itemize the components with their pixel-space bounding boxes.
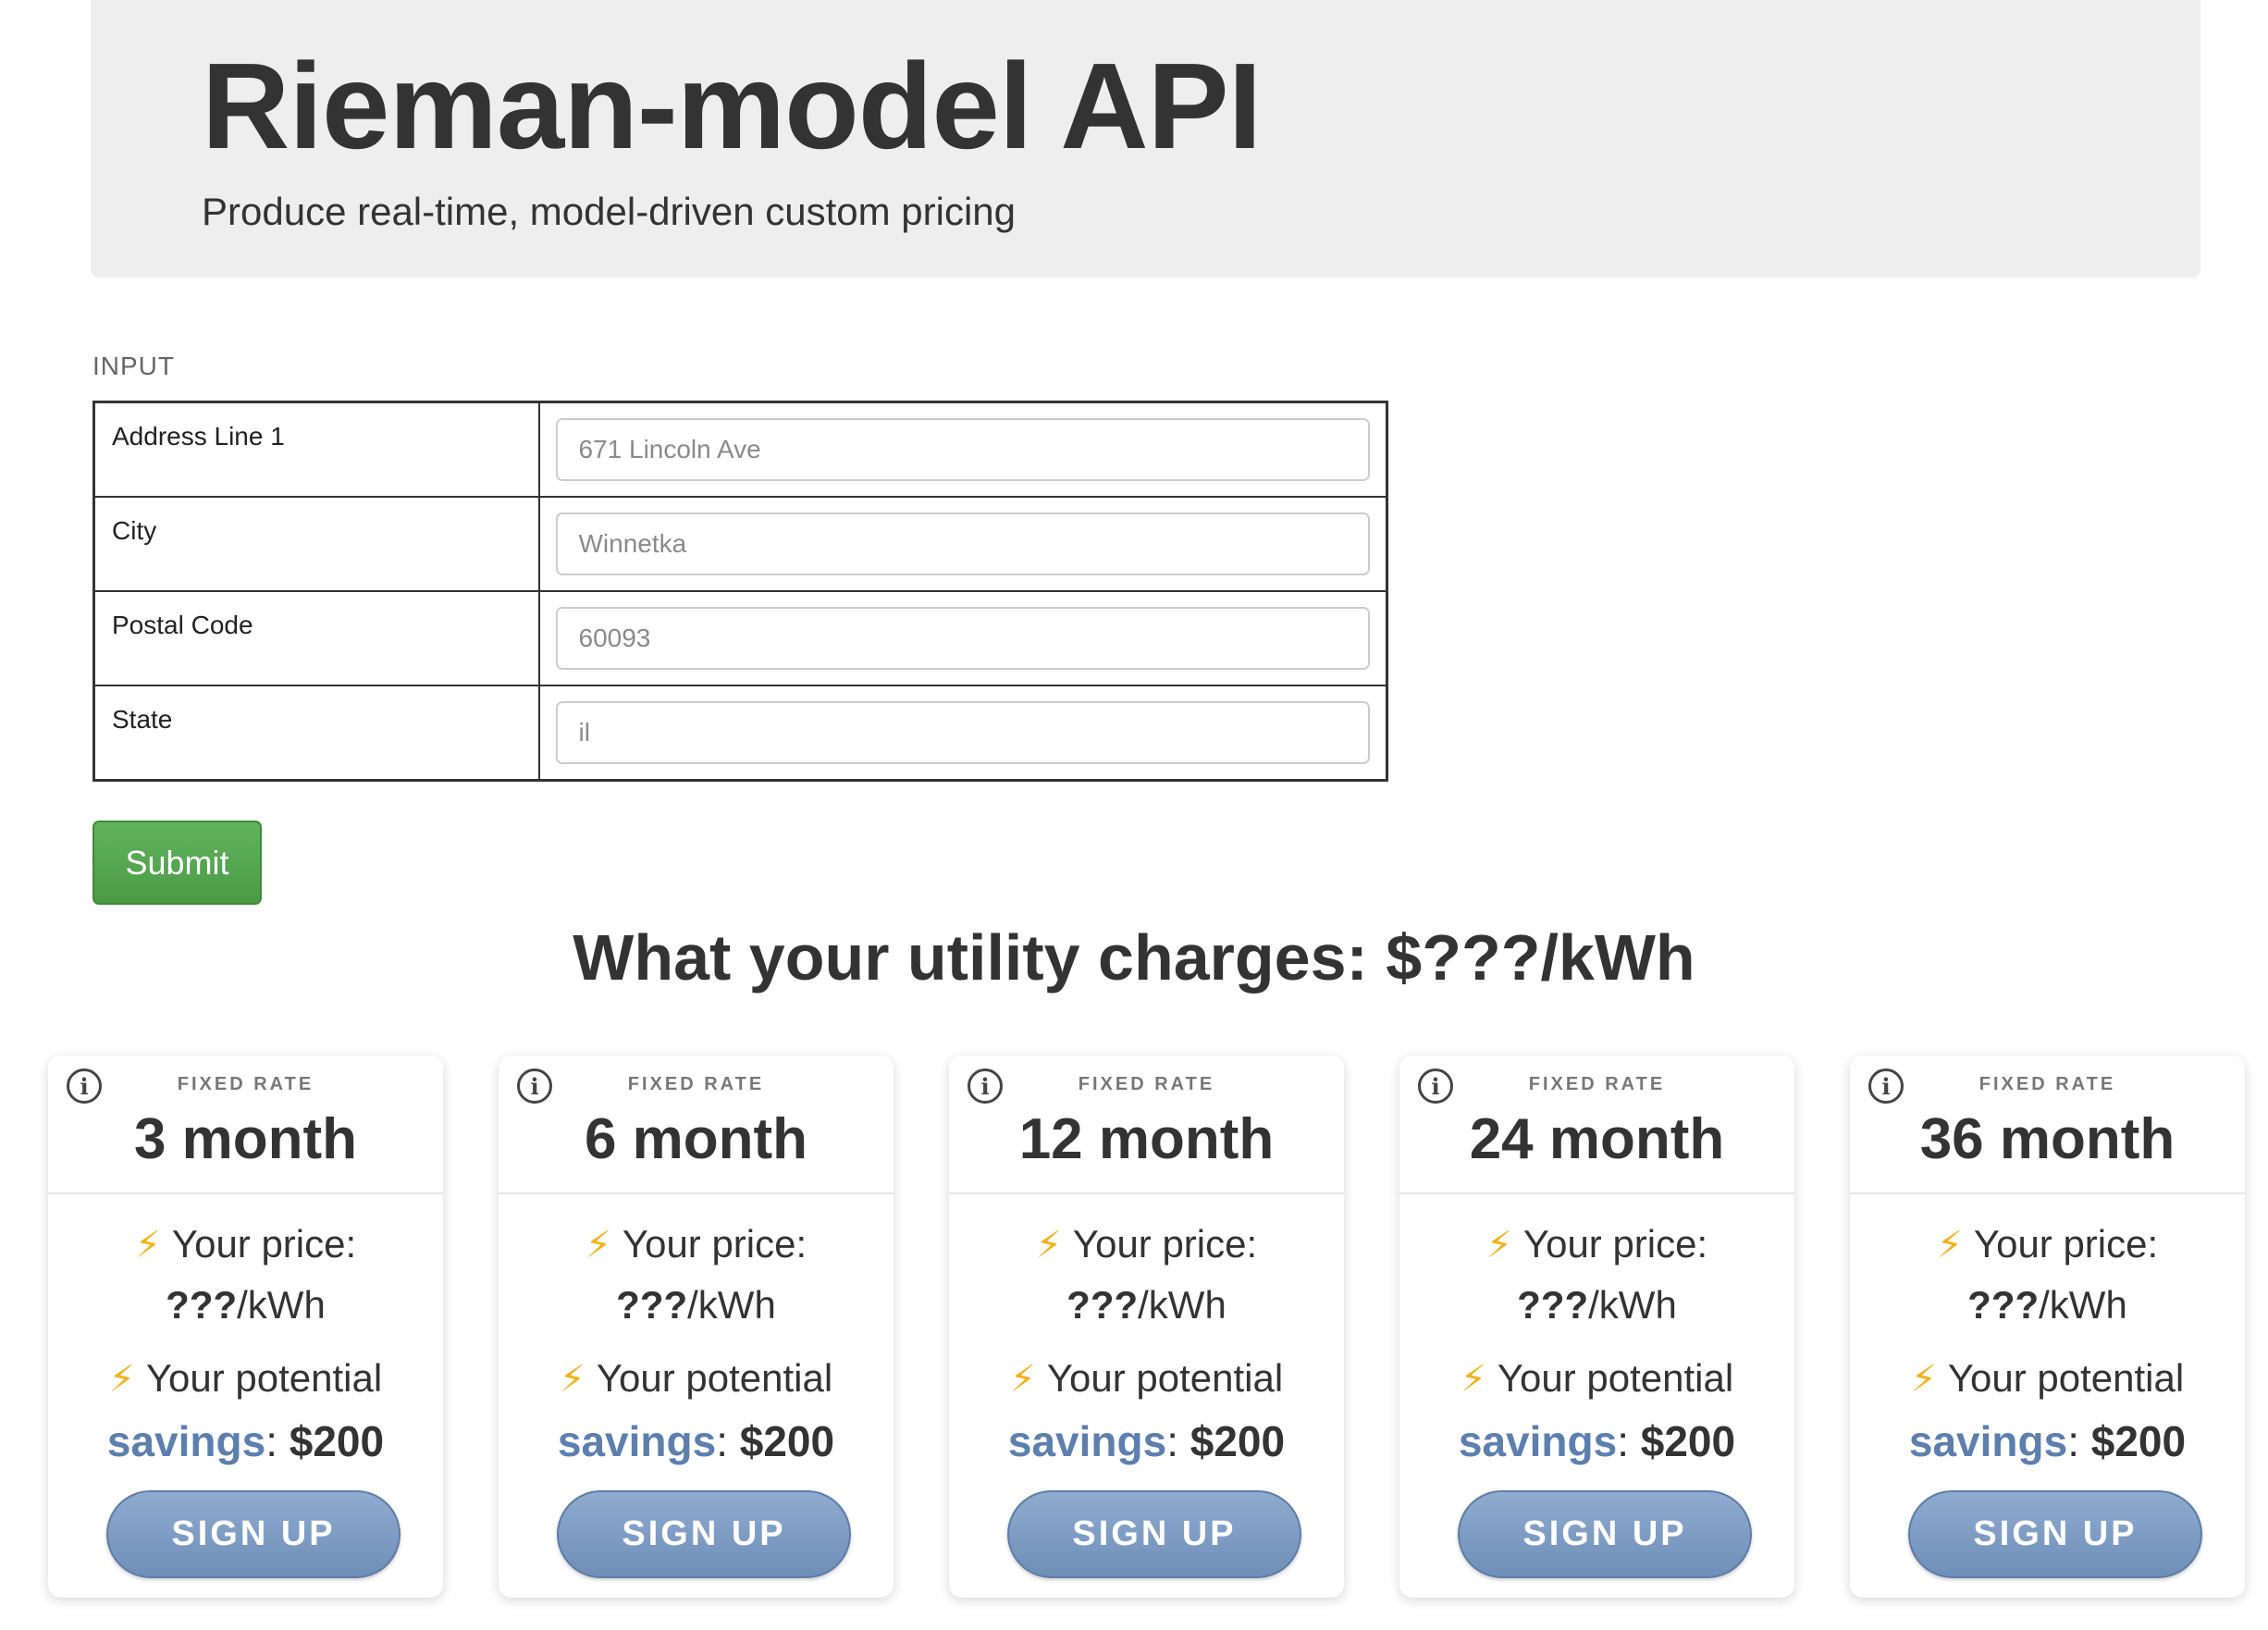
price-label: Your price: (1072, 1222, 1258, 1266)
state-label: State (92, 685, 540, 782)
plan-card-6-month: i FIXED RATE 6 month ⚡ Your price: ???/kW… (499, 1056, 894, 1598)
price-unit: /kWh (687, 1283, 776, 1327)
lightning-bolt-icon: ⚡ (1936, 1225, 1963, 1266)
price-label: Your price: (171, 1222, 357, 1266)
lightning-bolt-icon: ⚡ (559, 1359, 585, 1400)
card-divider (48, 1192, 443, 1194)
savings-label: Your potential (1497, 1356, 1734, 1400)
lightning-bolt-icon: ⚡ (1910, 1359, 1937, 1400)
lightning-bolt-icon: ⚡ (1035, 1225, 1062, 1266)
plan-kicker: FIXED RATE (177, 1074, 314, 1094)
savings-word: savings (557, 1417, 717, 1465)
price-value: ??? (1517, 1283, 1589, 1327)
card-divider (1850, 1192, 2245, 1194)
address-line-1-label: Address Line 1 (92, 401, 540, 498)
savings-label: Your potential (1947, 1356, 2185, 1400)
plan-term: 3 month (133, 1107, 358, 1171)
plan-kicker: FIXED RATE (627, 1074, 765, 1094)
lightning-bolt-icon: ⚡ (585, 1225, 611, 1266)
plan-card-3-month: i FIXED RATE 3 month ⚡ Your price: ???/kW… (48, 1056, 443, 1598)
price-value: ??? (1066, 1283, 1139, 1327)
sign-up-button[interactable]: SIGN UP (557, 1490, 851, 1578)
lightning-bolt-icon: ⚡ (134, 1225, 161, 1266)
table-row: Address Line 1 (92, 401, 1387, 498)
price-unit: /kWh (237, 1283, 326, 1327)
price-label: Your price: (622, 1222, 807, 1266)
plan-kicker: FIXED RATE (1978, 1074, 2116, 1094)
page: Rieman-model API Produce real-time, mode… (0, 0, 2268, 1630)
header-jumbotron: Rieman-model API Produce real-time, mode… (91, 0, 2200, 278)
sign-up-button[interactable]: SIGN UP (1908, 1490, 2202, 1578)
lightning-bolt-icon: ⚡ (108, 1359, 135, 1400)
savings-amount: $200 (1189, 1417, 1286, 1465)
savings-label: Your potential (596, 1356, 833, 1400)
card-divider (949, 1192, 1344, 1194)
sign-up-button[interactable]: SIGN UP (106, 1490, 401, 1578)
savings-amount: $200 (289, 1417, 385, 1465)
sign-up-button[interactable]: SIGN UP (1007, 1490, 1301, 1578)
plan-term: 6 month (584, 1107, 808, 1171)
plan-card-24-month: i FIXED RATE 24 month ⚡ Your price: ???/k… (1399, 1056, 1794, 1598)
price-value: ??? (1967, 1283, 2040, 1327)
savings-word: savings (1908, 1417, 2068, 1465)
input-table: Address Line 1 City Postal Code State (92, 401, 1388, 782)
page-subtitle: Produce real-time, model-driven custom p… (202, 190, 1017, 233)
postal-code-input[interactable] (555, 607, 1370, 670)
price-value: ??? (166, 1283, 238, 1327)
submit-button[interactable]: Submit (92, 821, 262, 905)
postal-code-label: Postal Code (92, 590, 540, 686)
price-label: Your price: (1522, 1222, 1708, 1266)
plan-kicker: FIXED RATE (1528, 1074, 1666, 1094)
plan-term: 24 month (1469, 1107, 1725, 1171)
price-unit: /kWh (2039, 1283, 2127, 1327)
card-divider (499, 1192, 894, 1194)
plan-card-36-month: i FIXED RATE 36 month ⚡ Your price: ???/k… (1850, 1056, 2245, 1598)
savings-amount: $200 (2090, 1417, 2187, 1465)
savings-word: savings (1007, 1417, 1167, 1465)
plan-kicker: FIXED RATE (1078, 1074, 1215, 1094)
plan-cards: i FIXED RATE 3 month ⚡ Your price: ???/kW… (48, 1056, 2245, 1598)
plan-card-12-month: i FIXED RATE 12 month ⚡ Your price: ???/k… (949, 1056, 1344, 1598)
savings-label: Your potential (145, 1356, 383, 1400)
price-label: Your price: (1973, 1222, 2159, 1266)
plan-term: 12 month (1018, 1107, 1275, 1171)
savings-amount: $200 (1640, 1417, 1736, 1465)
sign-up-button[interactable]: SIGN UP (1458, 1490, 1752, 1578)
table-row: City (92, 496, 1387, 592)
page-title: Rieman-model API (202, 38, 1262, 174)
table-row: Postal Code (92, 590, 1387, 686)
lightning-bolt-icon: ⚡ (1485, 1225, 1512, 1266)
lightning-bolt-icon: ⚡ (1009, 1359, 1036, 1400)
savings-amount: $200 (739, 1417, 835, 1465)
savings-word: savings (106, 1417, 266, 1465)
savings-label: Your potential (1046, 1356, 1284, 1400)
savings-word: savings (1458, 1417, 1618, 1465)
table-row: State (92, 685, 1387, 782)
state-input[interactable] (555, 701, 1370, 764)
utility-charges-heading: What your utility charges: $???/kWh (573, 921, 1695, 994)
price-unit: /kWh (1588, 1283, 1677, 1327)
price-unit: /kWh (1138, 1283, 1226, 1327)
city-label: City (92, 496, 540, 592)
price-value: ??? (616, 1283, 688, 1327)
lightning-bolt-icon: ⚡ (1460, 1359, 1486, 1400)
input-caption: INPUT (92, 352, 175, 380)
city-input[interactable] (555, 512, 1370, 575)
plan-term: 36 month (1919, 1107, 2176, 1171)
address-line-1-input[interactable] (555, 418, 1370, 481)
card-divider (1399, 1192, 1794, 1194)
